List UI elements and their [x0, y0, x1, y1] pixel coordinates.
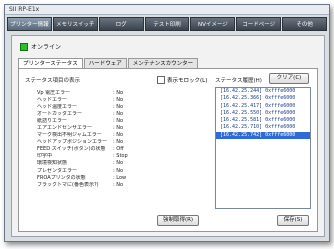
status-items-header: ステータス項目の表示: [25, 78, 81, 84]
window-title: SII RP-E1x: [9, 6, 40, 13]
tab-nv-image[interactable]: NVイメージ: [190, 17, 236, 31]
refresh-button[interactable]: 強制取得(R): [157, 215, 199, 226]
status-row: プレゼンタエラー : No: [37, 168, 147, 175]
status-row-label: マーク検出不明ジャムエラー: [37, 132, 102, 139]
status-history-header: ステータス履歴(H): [215, 78, 262, 84]
status-row-value: : No: [113, 104, 124, 111]
tab-code-page[interactable]: コードページ: [236, 17, 282, 31]
tab-log[interactable]: ログ: [98, 17, 144, 31]
status-row: オートカッタエラー : No: [37, 111, 147, 118]
status-row-value: : No: [113, 111, 124, 118]
status-row: 環境検知状態 : No: [37, 160, 147, 167]
checkbox-box[interactable]: [157, 76, 165, 84]
status-list: Vp 電圧エラー : No ヘッドエラー : No ヘッド温度エラー : No オート…: [37, 90, 147, 189]
status-row-value: : No: [113, 139, 124, 146]
status-row-value: : No: [113, 125, 124, 132]
status-row-label: エアエンドセンサエラー: [37, 125, 93, 132]
history-item[interactable]: [16.42.25.581] 0xfffe6000: [216, 117, 310, 124]
status-row-value: : No: [113, 167, 124, 174]
content-area: オンライン プリンターステータス ハードウェア メンテナンスカウンター ステータ…: [11, 35, 325, 237]
status-row: 印字中 : Stop: [37, 153, 147, 160]
tab-printer-info[interactable]: プリンター情報: [7, 17, 52, 31]
save-button[interactable]: 保存(S): [277, 215, 309, 226]
printer-status-panel: ステータス項目の表示 表示モロック(L) Vp 電圧エラー : No ヘッドエラー…: [18, 68, 318, 232]
status-row: FROAプリンタの状態 : Low: [37, 175, 147, 182]
show-colors-label: 表示モロック(L): [167, 78, 208, 84]
status-row-label: プレゼンタエラー: [37, 167, 78, 174]
tab-test-print[interactable]: テスト印刷: [144, 17, 190, 31]
history-item[interactable]: [16.42.25.244] 0xfffe6000: [216, 88, 310, 95]
history-item[interactable]: [16.42.25.710] 0xfffe6000: [216, 124, 310, 131]
title-bar: SII RP-E1x: [5, 5, 329, 15]
status-history-list[interactable]: [16.42.25.244] 0xfffe6000 [16.42.25.366]…: [215, 87, 311, 209]
status-row-value: : No: [113, 132, 124, 139]
tab-memory-switch[interactable]: メモリスイッチ: [52, 17, 98, 31]
top-tab-bar: プリンター情報 メモリスイッチ ログ テスト印刷 NVイメージ コードページ そ…: [7, 17, 328, 31]
status-row-label: FEED スイッチ(ボタン)の状態: [37, 146, 106, 153]
status-row-label: Vp 電圧エラー: [37, 90, 71, 96]
history-item[interactable]: [16.42.25.366] 0xfffe6000: [216, 95, 310, 102]
status-row-label: ヘッドアップポジションエラー: [37, 139, 108, 146]
status-row-value: : Low: [113, 174, 127, 181]
status-row-label: ブラックトマに(番色表示?): [37, 181, 99, 188]
app-window: SII RP-E1x プリンター情報 メモリスイッチ ログ テスト印刷 NVイメ…: [4, 4, 330, 242]
status-row: 紙詰りエラー : No: [37, 118, 147, 125]
status-row-label: 紙詰りエラー: [37, 118, 68, 125]
status-row-value: : No: [113, 90, 124, 96]
history-item[interactable]: [16.42.25.417] 0xfffe6000: [216, 103, 310, 110]
status-row: エアエンドセンサエラー : No: [37, 125, 147, 132]
status-row-label: ヘッド温度エラー: [37, 104, 78, 111]
status-row: ブラックトマに(番色表示?) : No: [37, 182, 147, 189]
status-row-label: 印字中: [37, 153, 53, 160]
status-row: ヘッドアップポジションエラー : No: [37, 139, 147, 146]
history-item-selected[interactable]: [16.42.25.742] 0xfffe6000: [216, 131, 310, 140]
status-row: Vp 電圧エラー : No: [37, 90, 147, 97]
status-row: ヘッド温度エラー : No: [37, 104, 147, 111]
status-row: FEED スイッチ(ボタン)の状態 : Off: [37, 146, 147, 153]
status-row-label: FROAプリンタの状態: [37, 174, 86, 181]
show-colors-checkbox[interactable]: 表示モロック(L): [157, 76, 207, 84]
status-row-label: ヘッドエラー: [37, 97, 68, 104]
status-row-label: 環境検知状態: [37, 160, 68, 167]
status-row-value: : No: [113, 160, 124, 167]
status-row-value: : Stop: [113, 153, 128, 160]
status-led-icon: [20, 42, 28, 51]
history-item[interactable]: [16.42.25.550] 0xfffe6000: [216, 110, 310, 117]
online-status: オンライン: [20, 42, 61, 51]
status-row-value: : No: [113, 118, 124, 125]
online-label: オンライン: [31, 44, 62, 51]
clear-button[interactable]: クリア(C): [269, 73, 309, 84]
status-row: ヘッドエラー : No: [37, 97, 147, 104]
status-row-value: : No: [113, 181, 124, 188]
status-row-value: : Off: [113, 146, 124, 153]
tab-other[interactable]: その他: [282, 17, 328, 31]
status-row-label: オートカッタエラー: [37, 111, 83, 118]
status-row-value: : No: [113, 97, 124, 104]
status-row: マーク検出不明ジャムエラー : No: [37, 132, 147, 139]
